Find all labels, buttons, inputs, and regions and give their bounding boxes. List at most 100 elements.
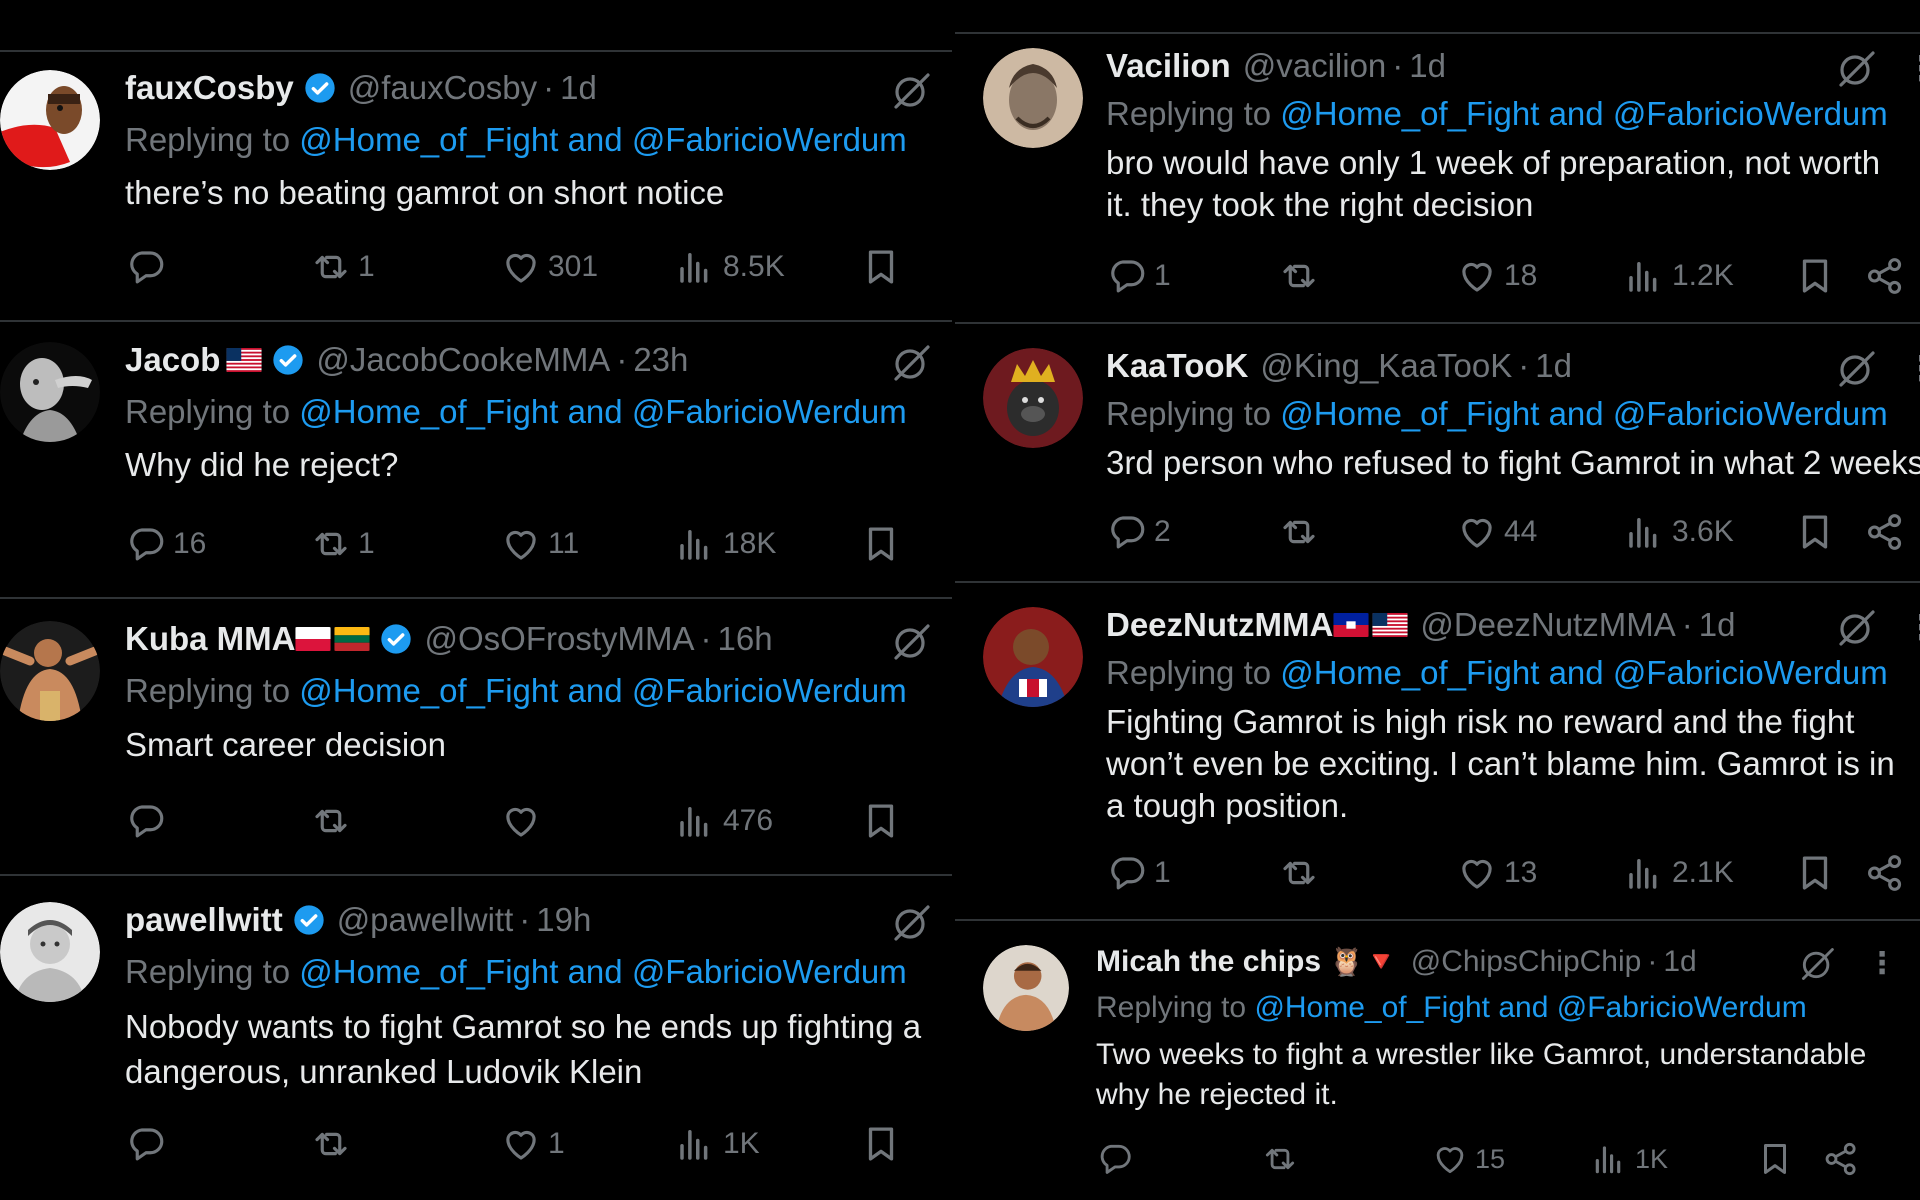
more-options-icon[interactable]: ⋮ bbox=[1905, 52, 1920, 86]
reply-button[interactable] bbox=[125, 797, 173, 845]
bookmark-button[interactable] bbox=[1794, 508, 1836, 556]
avatar[interactable] bbox=[0, 342, 100, 442]
user-handle[interactable]: @vacilion bbox=[1243, 46, 1387, 86]
grok-icon[interactable] bbox=[1835, 607, 1877, 649]
retweet-button[interactable] bbox=[1278, 849, 1326, 897]
grok-icon[interactable] bbox=[890, 902, 932, 944]
share-button[interactable] bbox=[1822, 1135, 1860, 1183]
avatar[interactable] bbox=[983, 945, 1069, 1031]
mention-link[interactable]: @FabricioWerdum bbox=[632, 393, 907, 430]
retweet-button[interactable] bbox=[310, 1120, 358, 1168]
grok-icon[interactable] bbox=[1798, 945, 1836, 983]
like-button[interactable]: 301 bbox=[500, 243, 598, 291]
timestamp[interactable]: 1d bbox=[1409, 46, 1446, 86]
grok-icon[interactable] bbox=[1835, 48, 1877, 90]
share-button[interactable] bbox=[1864, 508, 1906, 556]
reply-button[interactable]: 1 bbox=[1106, 849, 1171, 897]
bookmark-button[interactable] bbox=[860, 243, 902, 291]
mention-link[interactable]: @Home_of_Fight bbox=[299, 953, 558, 990]
grok-icon[interactable] bbox=[1835, 348, 1877, 390]
reply-tweet[interactable]: DeezNutzMMA @DeezNutzMMA · 1d ⋮ Replying… bbox=[955, 583, 1920, 919]
like-button[interactable]: 1 bbox=[500, 1120, 565, 1168]
reply-tweet[interactable]: KaaTooK @King_KaaTooK · 1d ⋮ Replying to… bbox=[955, 324, 1920, 581]
user-handle[interactable]: @King_KaaTooK bbox=[1260, 346, 1512, 386]
user-handle[interactable]: @JacobCookeMMA bbox=[316, 340, 610, 380]
reply-tweet[interactable]: Jacob @JacobCookeMMA · 23h Replying to @… bbox=[0, 322, 952, 597]
display-name[interactable]: fauxCosby bbox=[125, 68, 294, 108]
user-handle[interactable]: @OsOFrostyMMA bbox=[424, 619, 694, 659]
share-button[interactable] bbox=[1864, 252, 1906, 300]
like-button[interactable]: 15 bbox=[1431, 1135, 1505, 1183]
views-button[interactable]: 3.6K bbox=[1624, 508, 1734, 556]
display-name[interactable]: Micah the chips bbox=[1096, 943, 1321, 981]
mention-link[interactable]: @FabricioWerdum bbox=[1613, 654, 1888, 691]
avatar[interactable] bbox=[983, 48, 1083, 148]
retweet-button[interactable]: 1 bbox=[310, 520, 375, 568]
reply-button[interactable]: 1 bbox=[1106, 252, 1171, 300]
share-button[interactable] bbox=[1864, 849, 1906, 897]
reply-tweet[interactable]: Micah the chips 🦉🔻 @ChipsChipChip · 1d ⋮… bbox=[955, 921, 1920, 1200]
timestamp[interactable]: 1d bbox=[1535, 346, 1572, 386]
reply-button[interactable]: 2 bbox=[1106, 508, 1171, 556]
reply-tweet[interactable]: Vacilion @vacilion · 1d ⋮ Replying to @H… bbox=[955, 34, 1920, 322]
display-name[interactable]: Vacilion bbox=[1106, 46, 1231, 86]
grok-icon[interactable] bbox=[890, 342, 932, 384]
like-button[interactable]: 44 bbox=[1456, 508, 1537, 556]
more-options-icon[interactable]: ⋮ bbox=[1905, 352, 1920, 386]
bookmark-button[interactable] bbox=[1756, 1135, 1794, 1183]
bookmark-button[interactable] bbox=[1794, 252, 1836, 300]
timestamp[interactable]: 19h bbox=[536, 900, 591, 940]
mention-link[interactable]: @Home_of_Fight bbox=[1254, 991, 1490, 1024]
mention-link[interactable]: @FabricioWerdum bbox=[632, 121, 907, 158]
bookmark-button[interactable] bbox=[860, 797, 902, 845]
display-name[interactable]: Jacob bbox=[125, 340, 220, 380]
mention-link[interactable]: @Home_of_Fight bbox=[1280, 95, 1539, 132]
timestamp[interactable]: 1d bbox=[1699, 605, 1736, 645]
like-button[interactable]: 13 bbox=[1456, 849, 1537, 897]
display-name[interactable]: pawellwitt bbox=[125, 900, 283, 940]
mention-link[interactable]: @Home_of_Fight bbox=[299, 672, 558, 709]
user-handle[interactable]: @pawellwitt bbox=[337, 900, 514, 940]
timestamp[interactable]: 23h bbox=[633, 340, 688, 380]
reply-button[interactable] bbox=[125, 1120, 173, 1168]
views-button[interactable]: 2.1K bbox=[1624, 849, 1734, 897]
views-button[interactable]: 476 bbox=[675, 797, 773, 845]
retweet-button[interactable] bbox=[1278, 252, 1326, 300]
reply-tweet[interactable]: Kuba MMA @OsOFrostyMMA · 16h Replying to… bbox=[0, 599, 952, 874]
views-button[interactable]: 8.5K bbox=[675, 243, 785, 291]
reply-button[interactable] bbox=[1096, 1135, 1140, 1183]
mention-link[interactable]: @FabricioWerdum bbox=[632, 953, 907, 990]
bookmark-button[interactable] bbox=[1794, 849, 1836, 897]
reply-button[interactable]: 16 bbox=[125, 520, 206, 568]
mention-link[interactable]: @FabricioWerdum bbox=[1613, 95, 1888, 132]
retweet-button[interactable] bbox=[1261, 1135, 1305, 1183]
display-name[interactable]: KaaTooK bbox=[1106, 346, 1248, 386]
like-button[interactable]: 11 bbox=[500, 520, 579, 568]
retweet-button[interactable] bbox=[310, 797, 358, 845]
mention-link[interactable]: @Home_of_Fight bbox=[299, 121, 558, 158]
more-options-icon[interactable]: ⋮ bbox=[1905, 611, 1920, 645]
avatar[interactable] bbox=[983, 348, 1083, 448]
user-handle[interactable]: @DeezNutzMMA bbox=[1420, 605, 1675, 645]
reply-tweet[interactable]: pawellwitt @pawellwitt · 19h Replying to… bbox=[0, 876, 952, 1200]
grok-icon[interactable] bbox=[890, 70, 932, 112]
reply-button[interactable] bbox=[125, 243, 173, 291]
views-button[interactable]: 1.2K bbox=[1624, 252, 1734, 300]
mention-link[interactable]: @FabricioWerdum bbox=[1557, 991, 1807, 1024]
mention-link[interactable]: @Home_of_Fight bbox=[1280, 654, 1539, 691]
mention-link[interactable]: @FabricioWerdum bbox=[1613, 395, 1888, 432]
avatar[interactable] bbox=[0, 621, 100, 721]
views-button[interactable]: 1K bbox=[1591, 1135, 1668, 1183]
retweet-button[interactable]: 1 bbox=[310, 243, 375, 291]
views-button[interactable]: 1K bbox=[675, 1120, 760, 1168]
bookmark-button[interactable] bbox=[860, 520, 902, 568]
user-handle[interactable]: @fauxCosby bbox=[348, 68, 537, 108]
like-button[interactable] bbox=[500, 797, 548, 845]
timestamp[interactable]: 16h bbox=[717, 619, 772, 659]
display-name[interactable]: DeezNutzMMA bbox=[1106, 605, 1333, 645]
bookmark-button[interactable] bbox=[860, 1120, 902, 1168]
mention-link[interactable]: @Home_of_Fight bbox=[1280, 395, 1539, 432]
avatar[interactable] bbox=[0, 70, 100, 170]
retweet-button[interactable] bbox=[1278, 508, 1326, 556]
timestamp[interactable]: 1d bbox=[560, 68, 597, 108]
